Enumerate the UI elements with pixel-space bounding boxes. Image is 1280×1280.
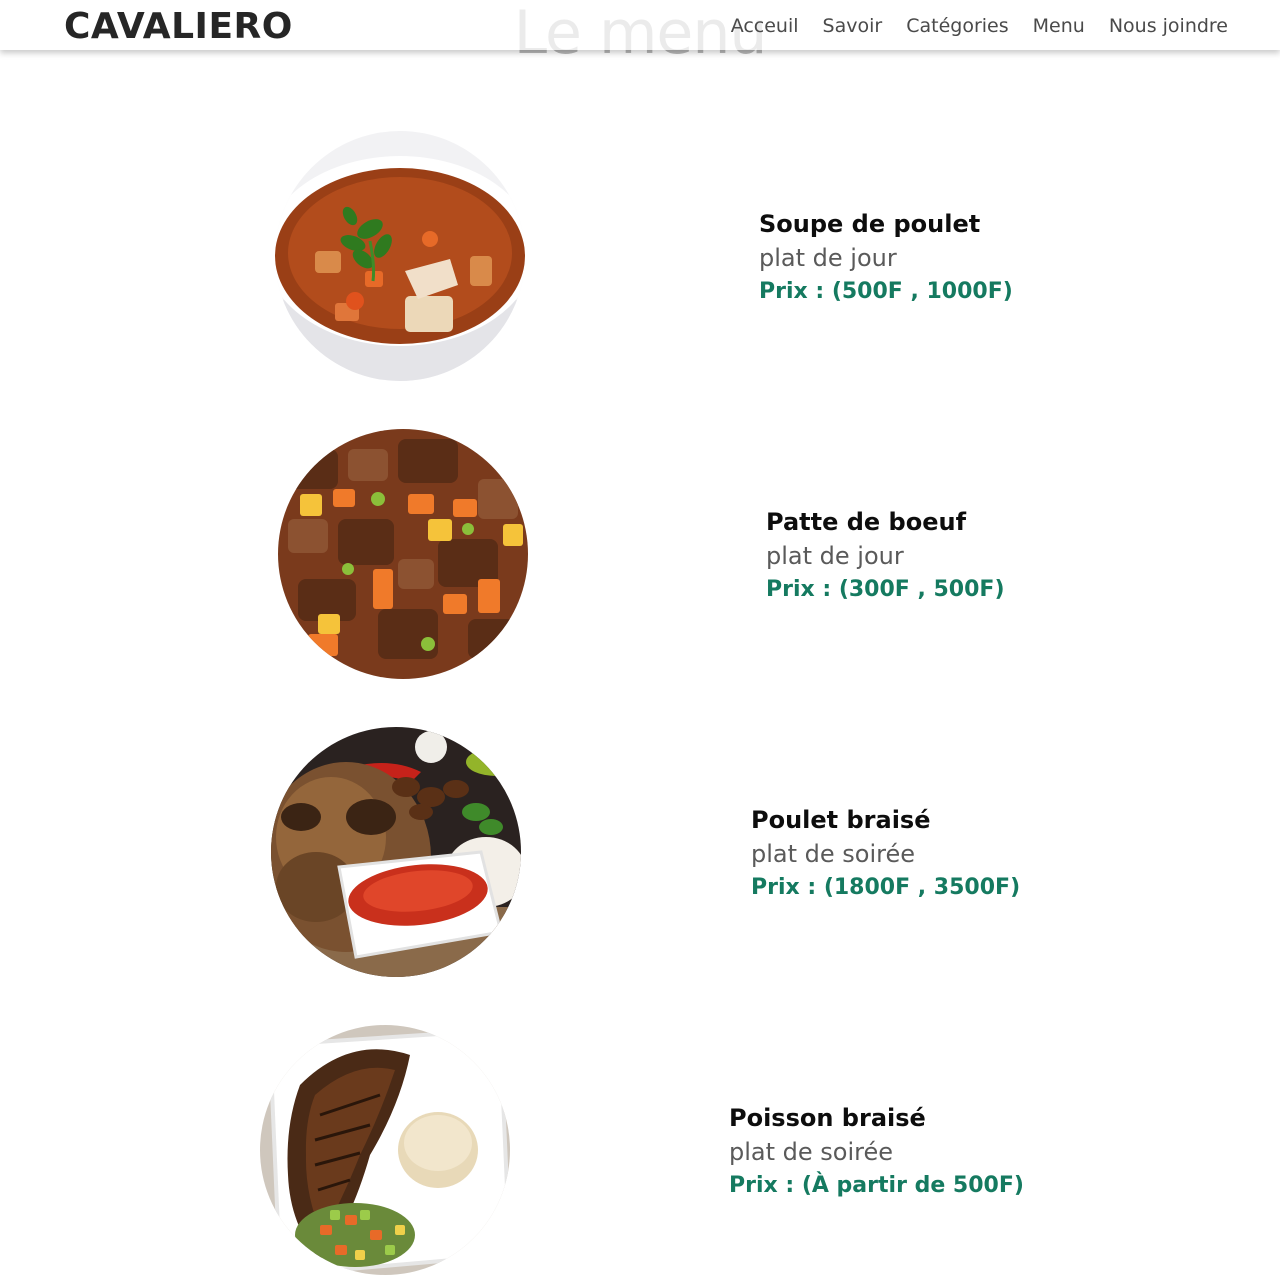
menu-item: Poulet braisé plat de soirée Prix : (180… (0, 727, 1280, 977)
dish-category: plat de jour (759, 244, 897, 272)
dish-price: Prix : (À partir de 500F) (729, 1173, 1024, 1198)
dish-category: plat de soirée (751, 840, 916, 868)
dish-price: Prix : (1800F , 3500F) (751, 875, 1021, 900)
nav-link-categories[interactable]: Catégories (906, 15, 1008, 37)
dish-info: Poulet braisé plat de soirée Prix : (180… (751, 803, 1020, 905)
beef-stew-photo (278, 429, 528, 679)
main-nav: Acceuil Savoir Catégories Menu Nous join… (731, 15, 1228, 37)
menu-item: Patte de boeuf plat de jour Prix : (300F… (0, 429, 1280, 679)
dish-price: Prix : (500F , 1000F) (759, 279, 1013, 304)
dish-category: plat de soirée (729, 1138, 894, 1166)
brand-logo[interactable]: CAVALIERO (64, 6, 293, 47)
dish-info: Patte de boeuf plat de jour Prix : (300F… (766, 505, 1005, 607)
menu-item: Poisson braisé plat de soirée Prix : (À … (0, 1025, 1280, 1275)
dish-category: plat de jour (766, 542, 904, 570)
top-navbar: CAVALIERO Acceuil Savoir Catégories Menu… (0, 0, 1280, 50)
grilled-fish-photo (260, 1025, 510, 1275)
dish-price: Prix : (300F , 500F) (766, 577, 1005, 602)
dish-info: Soupe de poulet plat de jour Prix : (500… (759, 207, 1013, 309)
chicken-soup-photo (275, 131, 525, 381)
grilled-chicken-photo (271, 727, 521, 977)
dish-name: Poulet braisé (751, 806, 931, 834)
nav-link-savoir[interactable]: Savoir (823, 15, 883, 37)
nav-link-menu[interactable]: Menu (1033, 15, 1085, 37)
menu-item: Soupe de poulet plat de jour Prix : (500… (0, 131, 1280, 381)
dish-info: Poisson braisé plat de soirée Prix : (À … (729, 1101, 1024, 1203)
dish-name: Poisson braisé (729, 1104, 926, 1132)
dish-name: Soupe de poulet (759, 210, 981, 238)
nav-link-nous-joindre[interactable]: Nous joindre (1109, 15, 1228, 37)
nav-link-acceuil[interactable]: Acceuil (731, 15, 799, 37)
dish-name: Patte de boeuf (766, 508, 967, 536)
